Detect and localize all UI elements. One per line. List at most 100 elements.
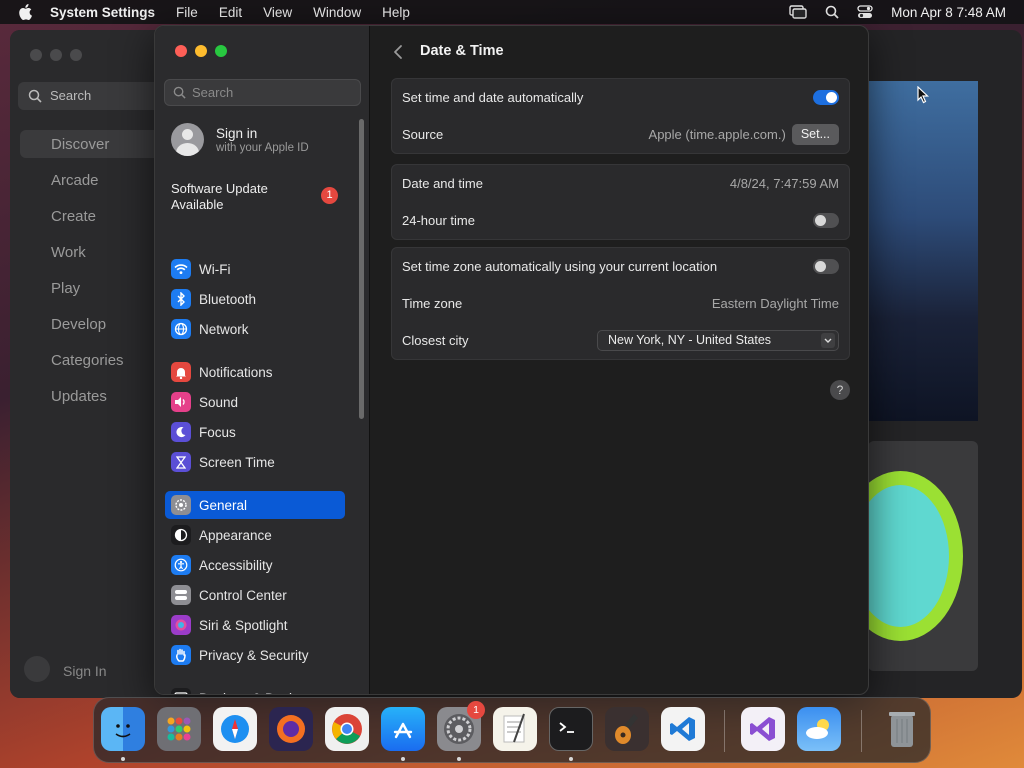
background-hero-image[interactable] <box>868 81 978 421</box>
visual-studio-icon[interactable] <box>741 707 785 751</box>
closest-city-label: Closest city <box>402 333 469 348</box>
nav-play[interactable]: Play <box>51 280 80 297</box>
sidebar-item-wi-fi[interactable]: Wi-Fi <box>165 255 345 283</box>
set-source-button[interactable]: Set... <box>791 124 839 145</box>
menu-view[interactable]: View <box>263 5 292 20</box>
search-icon[interactable] <box>825 5 839 19</box>
background-feature-card[interactable] <box>868 441 978 671</box>
textedit-icon[interactable] <box>493 707 537 751</box>
sidebar-item-label: Focus <box>199 424 236 440</box>
garageband-icon[interactable] <box>605 707 649 751</box>
sidebar-item-label: Siri & Spotlight <box>199 617 288 633</box>
safari-icon[interactable] <box>213 707 257 751</box>
hand-icon <box>171 645 191 665</box>
auto-time-toggle[interactable] <box>813 90 839 105</box>
timezone-row: Time zone Eastern Daylight Time <box>392 285 849 322</box>
tz-auto-toggle[interactable] <box>813 259 839 274</box>
firefox-icon[interactable] <box>269 707 313 751</box>
trash-icon[interactable] <box>880 707 924 751</box>
date-time-label: Date and time <box>402 176 483 191</box>
menu-bar: System Settings File Edit View Window He… <box>0 0 1024 24</box>
background-card-illustration <box>868 471 963 641</box>
sidebar-item-sound[interactable]: Sound <box>165 388 345 416</box>
sidebar-item-label: Wi-Fi <box>199 261 231 277</box>
sidebar-item-network[interactable]: Network <box>165 315 345 343</box>
sidebar-item-focus[interactable]: Focus <box>165 418 345 446</box>
software-update-item[interactable]: Software Update Available <box>171 181 311 213</box>
menu-window[interactable]: Window <box>313 5 361 20</box>
vscode-icon[interactable] <box>661 707 705 751</box>
sidebar-item-general[interactable]: General <box>165 491 345 519</box>
hour24-toggle[interactable] <box>813 213 839 228</box>
nav-discover[interactable]: Discover <box>51 136 109 153</box>
update-badge: 1 <box>321 187 338 204</box>
sidebar-item-bluetooth[interactable]: Bluetooth <box>165 285 345 313</box>
nav-create[interactable]: Create <box>51 208 96 225</box>
menubar-clock[interactable]: Mon Apr 8 7:48 AM <box>891 5 1006 20</box>
menu-edit[interactable]: Edit <box>219 5 242 20</box>
nav-arcade[interactable]: Arcade <box>51 172 99 189</box>
terminal-icon[interactable] <box>549 707 593 751</box>
launchpad-icon[interactable] <box>157 707 201 751</box>
apple-id-signin[interactable]: Sign in with your Apple ID <box>171 123 309 156</box>
nav-categories[interactable]: Categories <box>51 352 124 369</box>
date-time-row: Date and time 4/8/24, 7:47:59 AM <box>392 165 849 202</box>
sidebar-item-accessibility[interactable]: Accessibility <box>165 551 345 579</box>
back-chevron-icon[interactable] <box>391 43 405 61</box>
screen-mirroring-icon[interactable] <box>789 5 807 19</box>
network-globe-icon <box>171 319 191 339</box>
nav-develop[interactable]: Develop <box>51 316 106 333</box>
minimize-button[interactable] <box>195 45 207 57</box>
sidebar-item-label: Appearance <box>199 527 272 543</box>
zoom-button[interactable] <box>215 45 227 57</box>
menu-help[interactable]: Help <box>382 5 410 20</box>
control-center-icon[interactable] <box>857 5 873 19</box>
app-name[interactable]: System Settings <box>50 5 155 20</box>
sidebar-item-siri-spotlight[interactable]: Siri & Spotlight <box>165 611 345 639</box>
search-icon <box>28 89 42 103</box>
closest-city-value: New York, NY - United States <box>608 333 772 347</box>
desktop-dock-icon <box>171 688 191 694</box>
date-time-value[interactable]: 4/8/24, 7:47:59 AM <box>730 176 839 191</box>
control-center-icon <box>171 585 191 605</box>
sidebar-item-label: Screen Time <box>199 454 275 470</box>
source-row: Source Apple (time.apple.com.) Set... <box>392 116 849 153</box>
finder-icon[interactable] <box>101 707 145 751</box>
settings-search-input[interactable]: Search <box>164 79 361 106</box>
sidebar-item-control-center[interactable]: Control Center <box>165 581 345 609</box>
nav-updates[interactable]: Updates <box>51 388 107 405</box>
sidebar-scrollbar[interactable] <box>359 119 364 419</box>
sidebar-item-label: Sound <box>199 394 239 410</box>
nav-work[interactable]: Work <box>51 244 86 261</box>
mouse-cursor-icon <box>917 86 929 104</box>
dock: 1 <box>93 697 931 763</box>
sidebar-item-label: Bluetooth <box>199 291 257 307</box>
avatar <box>171 123 204 156</box>
menu-file[interactable]: File <box>176 5 198 20</box>
dock-running-indicator <box>569 757 573 761</box>
sidebar-item-privacy-security[interactable]: Privacy & Security <box>165 641 345 669</box>
moon-icon <box>171 422 191 442</box>
tz-auto-row: Set time zone automatically using your c… <box>392 248 849 285</box>
sidebar-item-notifications[interactable]: Notifications <box>165 358 345 386</box>
source-label: Source <box>402 127 444 142</box>
sidebar-item-desktop-dock[interactable]: Desktop & Dock <box>165 684 345 694</box>
dock-running-indicator <box>457 757 461 761</box>
sidebar-item-appearance[interactable]: Appearance <box>165 521 345 549</box>
background-sign-in[interactable]: Sign In <box>63 663 107 679</box>
app-store-icon[interactable] <box>381 707 425 751</box>
apple-icon[interactable] <box>18 4 32 20</box>
chrome-icon[interactable] <box>325 707 369 751</box>
sidebar-item-label: Privacy & Security <box>199 647 309 663</box>
bluetooth-icon <box>171 289 191 309</box>
dock-settings-badge: 1 <box>467 701 485 719</box>
close-button[interactable] <box>175 45 187 57</box>
sidebar-item-label: Network <box>199 321 249 337</box>
speaker-icon <box>171 392 191 412</box>
sidebar-item-screen-time[interactable]: Screen Time <box>165 448 345 476</box>
closest-city-select[interactable]: New York, NY - United States <box>597 330 839 351</box>
help-button[interactable]: ? <box>830 380 850 400</box>
gear-icon <box>171 495 191 515</box>
settings-search-placeholder: Search <box>192 85 234 100</box>
weather-icon[interactable] <box>797 707 841 751</box>
